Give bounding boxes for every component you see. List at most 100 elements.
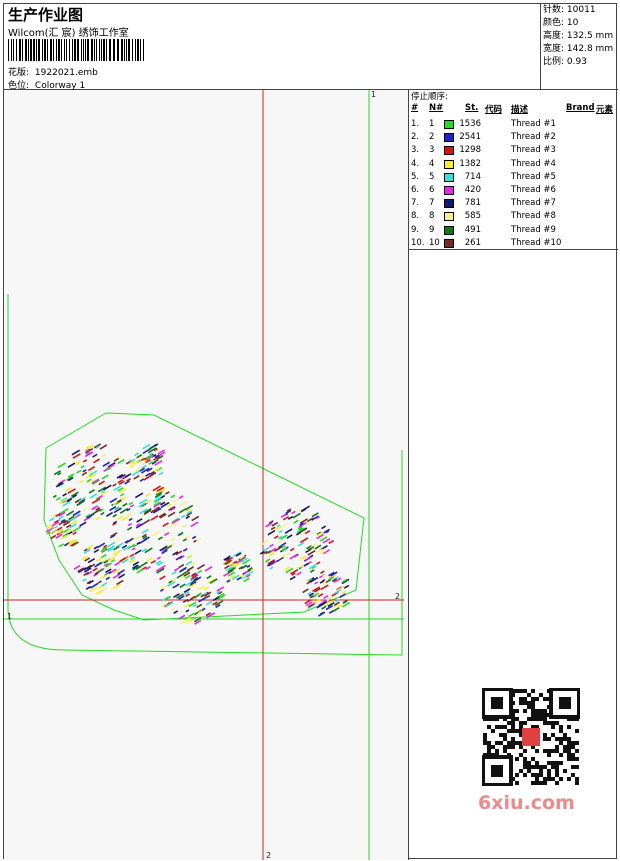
thread-index: 9. <box>411 224 420 235</box>
design-label: 花版: <box>8 68 30 78</box>
stitch-mark <box>187 566 195 572</box>
stitch-mark <box>139 478 145 482</box>
stitch-mark <box>133 475 140 480</box>
stitch-mark <box>79 521 87 527</box>
stitch-mark <box>72 526 82 532</box>
thread-needle: 10 <box>429 237 440 248</box>
stitch-mark <box>291 510 296 515</box>
design-file-name: 1922021.emb <box>34 68 98 78</box>
stitch-mark <box>183 588 191 594</box>
thread-description: Thread #2 <box>511 132 556 143</box>
thread-stitch-count: 1298 <box>459 145 481 156</box>
stitch-mark <box>72 453 81 459</box>
stitch-mark <box>282 523 287 527</box>
stitch-mark <box>206 594 211 599</box>
stitch-mark <box>55 533 63 539</box>
stitch-mark <box>287 515 294 520</box>
thread-color-swatch <box>444 172 454 182</box>
stitch-mark <box>126 526 133 531</box>
stitch-mark <box>145 565 151 571</box>
stitch-mark <box>159 575 166 581</box>
table-row: 7. 7 781 Thread #7 <box>409 197 618 210</box>
stitch-mark <box>112 483 117 487</box>
stitch-mark <box>300 555 307 560</box>
thread-needle: 3 <box>429 145 435 156</box>
stitch-mark <box>289 547 295 552</box>
stitch-mark <box>204 566 213 572</box>
stitch-mark <box>93 548 100 554</box>
design-canvas[interactable]: 1 2 1 2 <box>4 90 409 860</box>
stitch-mark <box>117 458 125 465</box>
stitch-mark <box>119 507 129 514</box>
stitch-mark <box>172 583 180 589</box>
stitch-mark <box>126 478 131 482</box>
stitch-mark <box>216 586 225 592</box>
stitch-mark <box>82 578 87 582</box>
thread-stitch-count: 714 <box>464 171 481 182</box>
stitch-mark <box>125 473 132 478</box>
stitch-mark <box>293 519 299 524</box>
thread-index: 2. <box>411 132 420 143</box>
stitch-mark <box>89 582 99 589</box>
stitch-mark <box>115 538 121 542</box>
thread-color-swatch <box>444 133 454 143</box>
stitch-mark <box>101 582 108 587</box>
stitch-mark <box>269 543 274 548</box>
stitch-mark <box>117 515 124 520</box>
stitch-mark <box>65 487 72 492</box>
stitch-mark <box>156 556 161 560</box>
stitch-mark <box>182 548 188 552</box>
stitch-mark <box>81 471 88 476</box>
stitch-mark <box>141 461 147 466</box>
stitch-marks <box>45 443 351 625</box>
stitch-mark <box>328 539 335 545</box>
thread-stitch-count: 781 <box>464 198 481 209</box>
stitch-mark <box>145 492 151 497</box>
stat-stitches: 针数: 10011 <box>543 5 596 15</box>
stitch-mark <box>296 571 302 576</box>
stitch-mark <box>58 543 65 548</box>
thread-color-swatch <box>444 186 454 195</box>
thread-needle: 5 <box>429 171 435 182</box>
thread-index: 4. <box>411 158 420 169</box>
stitch-mark <box>82 459 88 463</box>
stitch-mark <box>109 505 117 512</box>
stitch-mark <box>190 521 199 528</box>
thread-stitch-count: 1536 <box>459 119 481 129</box>
thread-index: 5. <box>411 171 420 182</box>
stitch-mark <box>100 553 107 559</box>
guide-label-top: 1 <box>371 90 377 99</box>
stitch-mark <box>86 544 94 550</box>
stitch-mark <box>179 583 186 589</box>
stitch-mark <box>134 452 140 457</box>
stitch-mark <box>145 499 151 504</box>
stitch-mark <box>185 593 190 597</box>
stitch-mark <box>190 561 197 566</box>
stitch-mark <box>321 605 327 610</box>
table-row: 1. 1 1536 Thread #1 <box>409 118 618 131</box>
stitch-mark <box>185 560 193 566</box>
stitch-mark <box>136 568 144 574</box>
thread-index: 3. <box>411 145 420 156</box>
thread-description: Thread #4 <box>511 158 556 169</box>
thread-color-swatch <box>444 159 454 169</box>
stitch-mark <box>301 505 310 512</box>
thread-needle: 6 <box>429 185 435 195</box>
watermark-logo: 6xiu.com <box>478 792 575 814</box>
stitch-mark <box>97 580 102 584</box>
table-row: 5. 5 714 Thread #5 <box>409 171 618 184</box>
stitch-mark <box>136 518 143 523</box>
stitch-mark <box>243 577 250 583</box>
stitch-mark <box>206 575 212 580</box>
stitch-mark <box>267 529 276 536</box>
studio-name: Wilcom(汇 宸) 绣饰工作室 <box>8 28 129 39</box>
stitch-mark <box>269 566 274 570</box>
stitch-mark <box>343 584 350 589</box>
stitch-mark <box>140 561 148 567</box>
col-brand: Brand <box>566 103 595 113</box>
stitch-mark <box>180 500 188 506</box>
stitch-mark <box>112 513 118 518</box>
thread-stitch-count: 491 <box>464 224 481 235</box>
stitch-mark <box>146 557 153 562</box>
thread-stitch-count: 2541 <box>459 132 481 143</box>
